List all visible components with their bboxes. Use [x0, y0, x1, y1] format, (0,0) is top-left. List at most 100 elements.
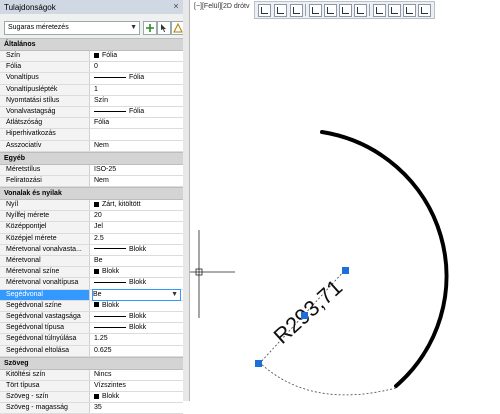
property-row[interactable]: Segédvonal Be ▼	[0, 288, 183, 301]
property-row[interactable]: Átlátszóság Fólia	[0, 118, 183, 130]
property-row[interactable]: Nyílfej mérete 20	[0, 211, 183, 223]
property-value[interactable]: Nincs	[94, 370, 181, 380]
property-value[interactable]: Nem	[94, 141, 181, 151]
property-value[interactable]: Blokk	[94, 323, 181, 333]
section-header[interactable]: Vonalak és nyilak	[0, 187, 183, 201]
color-swatch	[94, 201, 99, 207]
property-value[interactable]: Fólia	[94, 51, 181, 61]
property-row[interactable]: Feliratozási Nem	[0, 175, 183, 188]
property-value-text: Fólia	[102, 52, 118, 59]
property-name: Tört típusa	[0, 380, 90, 392]
property-row[interactable]: Hiperhivatkozás	[0, 129, 183, 141]
property-name: Középpontjel	[0, 222, 90, 233]
circle-arc	[320, 130, 449, 388]
property-name: Szöveg - magasság	[0, 403, 90, 414]
property-value[interactable]: 0	[94, 62, 181, 72]
property-value[interactable]: Fólia	[94, 107, 181, 117]
property-row[interactable]: Méretvonal Be	[0, 256, 183, 268]
property-row[interactable]: Segédvonal színe Blokk	[0, 300, 183, 312]
property-value[interactable]: Blokk	[94, 245, 181, 255]
property-value-text: ISO-25	[94, 165, 117, 173]
property-value-text: Nem	[94, 141, 109, 149]
property-value-text: 1	[94, 85, 98, 93]
property-value[interactable]: Blokk	[94, 267, 181, 277]
property-name: Kitöltési szín	[0, 369, 90, 380]
property-row[interactable]: Vonaltípuslépték 1	[0, 84, 183, 96]
grip-endpoint[interactable]	[255, 360, 262, 367]
drawing-canvas[interactable]: R293,71	[190, 0, 500, 401]
property-value[interactable]: Blokk	[94, 278, 181, 288]
chevron-down-icon[interactable]: ▼	[171, 290, 178, 300]
property-row[interactable]: Méretstílus ISO-25	[0, 164, 183, 176]
property-value[interactable]: Blokk	[94, 301, 181, 311]
palette-title-bar[interactable]: Tulajdonságok ×	[0, 0, 183, 14]
section-label: Szöveg	[4, 359, 29, 367]
property-value[interactable]: 1	[94, 85, 181, 95]
grip-text[interactable]	[301, 312, 308, 319]
property-value[interactable]: 1.25	[94, 334, 181, 344]
property-row[interactable]: Segédvonal vastagsága Blokk	[0, 311, 183, 324]
toggle-pickadd-button[interactable]	[143, 21, 157, 35]
property-value[interactable]: Fólia	[94, 73, 181, 83]
object-type-value: Sugaras méretezés	[8, 24, 69, 31]
property-row[interactable]: Középjel mérete 2.5	[0, 233, 183, 245]
palette-title: Tulajdonságok	[4, 3, 56, 12]
property-value-text: 35	[94, 404, 102, 412]
property-name: Segédvonal eltolása	[0, 345, 90, 356]
property-row[interactable]: Segédvonal túlnyúlása 1.25	[0, 334, 183, 346]
property-value[interactable]: Fólia	[94, 118, 181, 128]
property-name: Méretvonal	[0, 256, 90, 267]
grip-center[interactable]	[342, 267, 349, 274]
section-header[interactable]: Egyéb	[0, 151, 183, 165]
property-row[interactable]: Méretvonal színe Blokk	[0, 267, 183, 279]
property-row[interactable]: Nyíl Zárt, kitöltött	[0, 200, 183, 212]
close-icon[interactable]: ×	[170, 1, 182, 12]
property-row[interactable]: Szöveg - szín Blokk	[0, 392, 183, 404]
property-value-text: Nincs	[94, 370, 112, 378]
select-objects-button[interactable]	[157, 21, 171, 35]
property-value[interactable]: ISO-25	[94, 165, 181, 175]
section-label: Egyéb	[4, 154, 26, 162]
property-value[interactable]: Jel	[94, 222, 181, 232]
property-row[interactable]: Vonaltípus Fólia	[0, 73, 183, 85]
dimension-text: R293,71	[269, 274, 348, 348]
section-header[interactable]: Általános	[0, 38, 183, 51]
section-header[interactable]: Szöveg	[0, 356, 183, 370]
property-row[interactable]: Méretvonal vonalvasta... Blokk	[0, 244, 183, 256]
property-value[interactable]: Blokk	[94, 312, 181, 322]
property-value-text: Nem	[94, 176, 109, 184]
property-row[interactable]: Vonalvastagság Fólia	[0, 106, 183, 119]
property-row[interactable]: Fólia 0	[0, 62, 183, 74]
property-row[interactable]: Segédvonal típusa Blokk	[0, 323, 183, 335]
property-value-text: Blokk	[102, 301, 120, 309]
property-value[interactable]: Vízszintes	[94, 381, 181, 391]
drawing-viewport[interactable]: [−][Felül][2D drótv R293,71	[190, 0, 500, 401]
property-row[interactable]: Szöveg - magasság 35	[0, 403, 183, 414]
property-value[interactable]: Be	[94, 256, 181, 266]
palette-scrollbar[interactable]	[183, 0, 189, 401]
property-row[interactable]: Segédvonal eltolása 0.625	[0, 345, 183, 357]
property-row[interactable]: Kitöltési szín Nincs	[0, 369, 183, 381]
property-value[interactable]: Be ▼	[92, 288, 181, 301]
property-name: Vonaltípuslépték	[0, 84, 90, 95]
property-row[interactable]: Szín Fólia	[0, 51, 183, 63]
object-type-select[interactable]: Sugaras méretezés ▼	[4, 21, 140, 35]
property-value-text: Be	[93, 290, 102, 298]
property-name: Segédvonal túlnyúlása	[0, 334, 90, 345]
line-sample	[94, 315, 126, 317]
property-name: Átlátszóság	[0, 118, 90, 129]
property-name: Vonalvastagság	[0, 106, 90, 118]
property-value[interactable]: Nem	[94, 176, 181, 186]
property-value[interactable]: 0.625	[94, 346, 181, 356]
property-row[interactable]: Asszociatív Nem	[0, 140, 183, 152]
property-row[interactable]: Tört típusa Vízszintes	[0, 380, 183, 393]
property-name: Középjel mérete	[0, 233, 90, 244]
property-value[interactable]: Szín	[94, 96, 181, 106]
property-value[interactable]: 35	[94, 403, 181, 413]
property-row[interactable]: Nyomtatási stílus Szín	[0, 95, 183, 107]
color-swatch	[94, 393, 99, 399]
property-value[interactable]: Zárt, kitöltött	[94, 200, 181, 210]
property-value[interactable]: 20	[94, 211, 181, 221]
property-value[interactable]: 2.5	[94, 234, 181, 244]
property-row[interactable]: Középpontjel Jel	[0, 222, 183, 234]
